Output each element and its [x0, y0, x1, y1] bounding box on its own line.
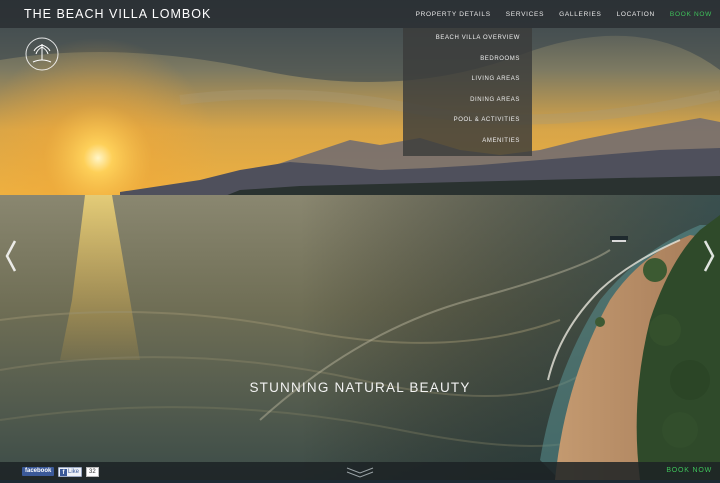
dropdown-item-bedrooms[interactable]: BEDROOMS: [403, 49, 532, 70]
dropdown-item-overview[interactable]: BEACH VILLA OVERVIEW: [403, 28, 532, 49]
hero-tagline: STUNNING NATURAL BEAUTY: [249, 380, 471, 395]
nav-services[interactable]: SERVICES: [506, 11, 544, 18]
like-count: 32: [86, 467, 99, 477]
dropdown-item-living-areas[interactable]: LIVING AREAS: [403, 69, 532, 90]
dropdown-item-amenities[interactable]: AMENITIES: [403, 131, 532, 152]
chevron-right-icon[interactable]: [702, 238, 716, 274]
nav-property-details[interactable]: PROPERTY DETAILS: [416, 11, 491, 18]
facebook-like-button[interactable]: f Like: [58, 467, 83, 477]
nav-location[interactable]: LOCATION: [617, 11, 655, 18]
main-nav: PROPERTY DETAILS SERVICES GALLERIES LOCA…: [401, 0, 712, 28]
site-brand[interactable]: THE BEACH VILLA LOMBOK: [24, 0, 211, 28]
nav-galleries[interactable]: GALLERIES: [559, 11, 601, 18]
facebook-badge[interactable]: facebook: [22, 467, 55, 476]
dropdown-item-pool-activities[interactable]: POOL & ACTIVITIES: [403, 110, 532, 131]
like-label: Like: [68, 469, 80, 475]
hero-image: [0, 0, 720, 480]
nav-book-now[interactable]: BOOK NOW: [670, 11, 712, 18]
property-details-dropdown: BEACH VILLA OVERVIEW BEDROOMS LIVING ARE…: [403, 28, 532, 156]
book-now-bottom-link[interactable]: BOOK NOW: [666, 462, 712, 480]
chevron-left-icon[interactable]: [4, 238, 18, 274]
facebook-icon: f: [60, 468, 67, 476]
chevron-down-icon[interactable]: [345, 465, 375, 478]
dropdown-item-dining-areas[interactable]: DINING AREAS: [403, 90, 532, 111]
villa-logo-icon[interactable]: [24, 36, 60, 72]
top-navigation-bar: THE BEACH VILLA LOMBOK PROPERTY DETAILS …: [0, 0, 720, 28]
